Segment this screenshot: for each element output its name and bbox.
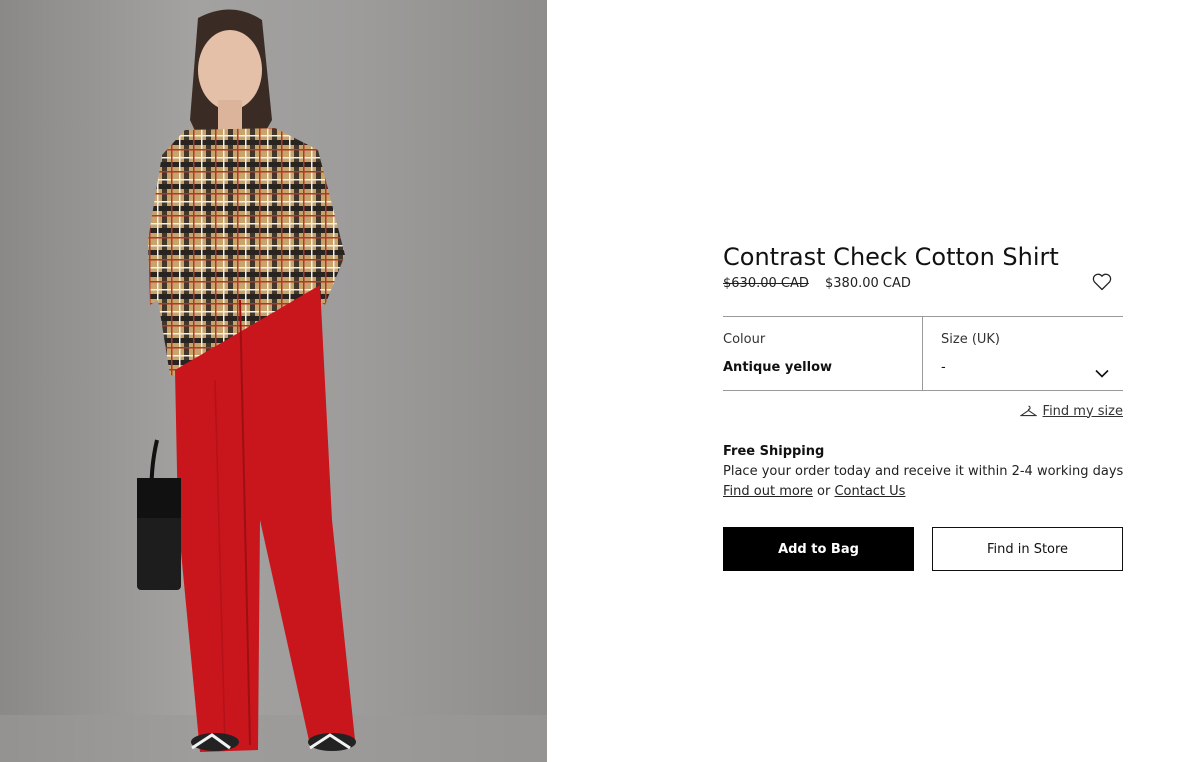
product-image (0, 0, 547, 762)
add-to-bag-button[interactable]: Add to Bag (723, 527, 914, 571)
size-value: - (941, 360, 946, 375)
find-my-size-link[interactable]: Find my size (1018, 402, 1123, 421)
size-label: Size (UK) (941, 332, 1001, 347)
wishlist-heart-icon[interactable] (1092, 273, 1114, 293)
original-price: $630.00 CAD (723, 276, 809, 291)
find-my-size-label: Find my size (1042, 403, 1123, 419)
or-text: or (812, 484, 835, 499)
size-dropdown[interactable]: Size (UK) - (923, 317, 1123, 391)
variant-selector: Colour Antique yellow Size (UK) - (723, 316, 1123, 391)
contact-us-link[interactable]: Contact Us (834, 484, 905, 499)
shipping-title: Free Shipping (723, 444, 825, 459)
colour-value: Antique yellow (723, 360, 833, 375)
hanger-icon (1018, 402, 1038, 421)
shipping-links: Find out more or Contact Us (723, 484, 905, 499)
shipping-text: Place your order today and receive it wi… (723, 464, 1124, 479)
chevron-down-icon (1095, 363, 1111, 378)
price-row: $630.00 CAD $380.00 CAD (723, 273, 1123, 295)
colour-label: Colour (723, 332, 766, 347)
model-photo (0, 9, 547, 762)
heart-icon (1092, 273, 1112, 291)
sale-price: $380.00 CAD (825, 276, 911, 291)
colour-selector[interactable]: Colour Antique yellow (723, 317, 923, 391)
find-in-store-button[interactable]: Find in Store (932, 527, 1123, 571)
find-out-more-link[interactable]: Find out more (723, 484, 813, 499)
product-title: Contrast Check Cotton Shirt (723, 243, 1059, 272)
